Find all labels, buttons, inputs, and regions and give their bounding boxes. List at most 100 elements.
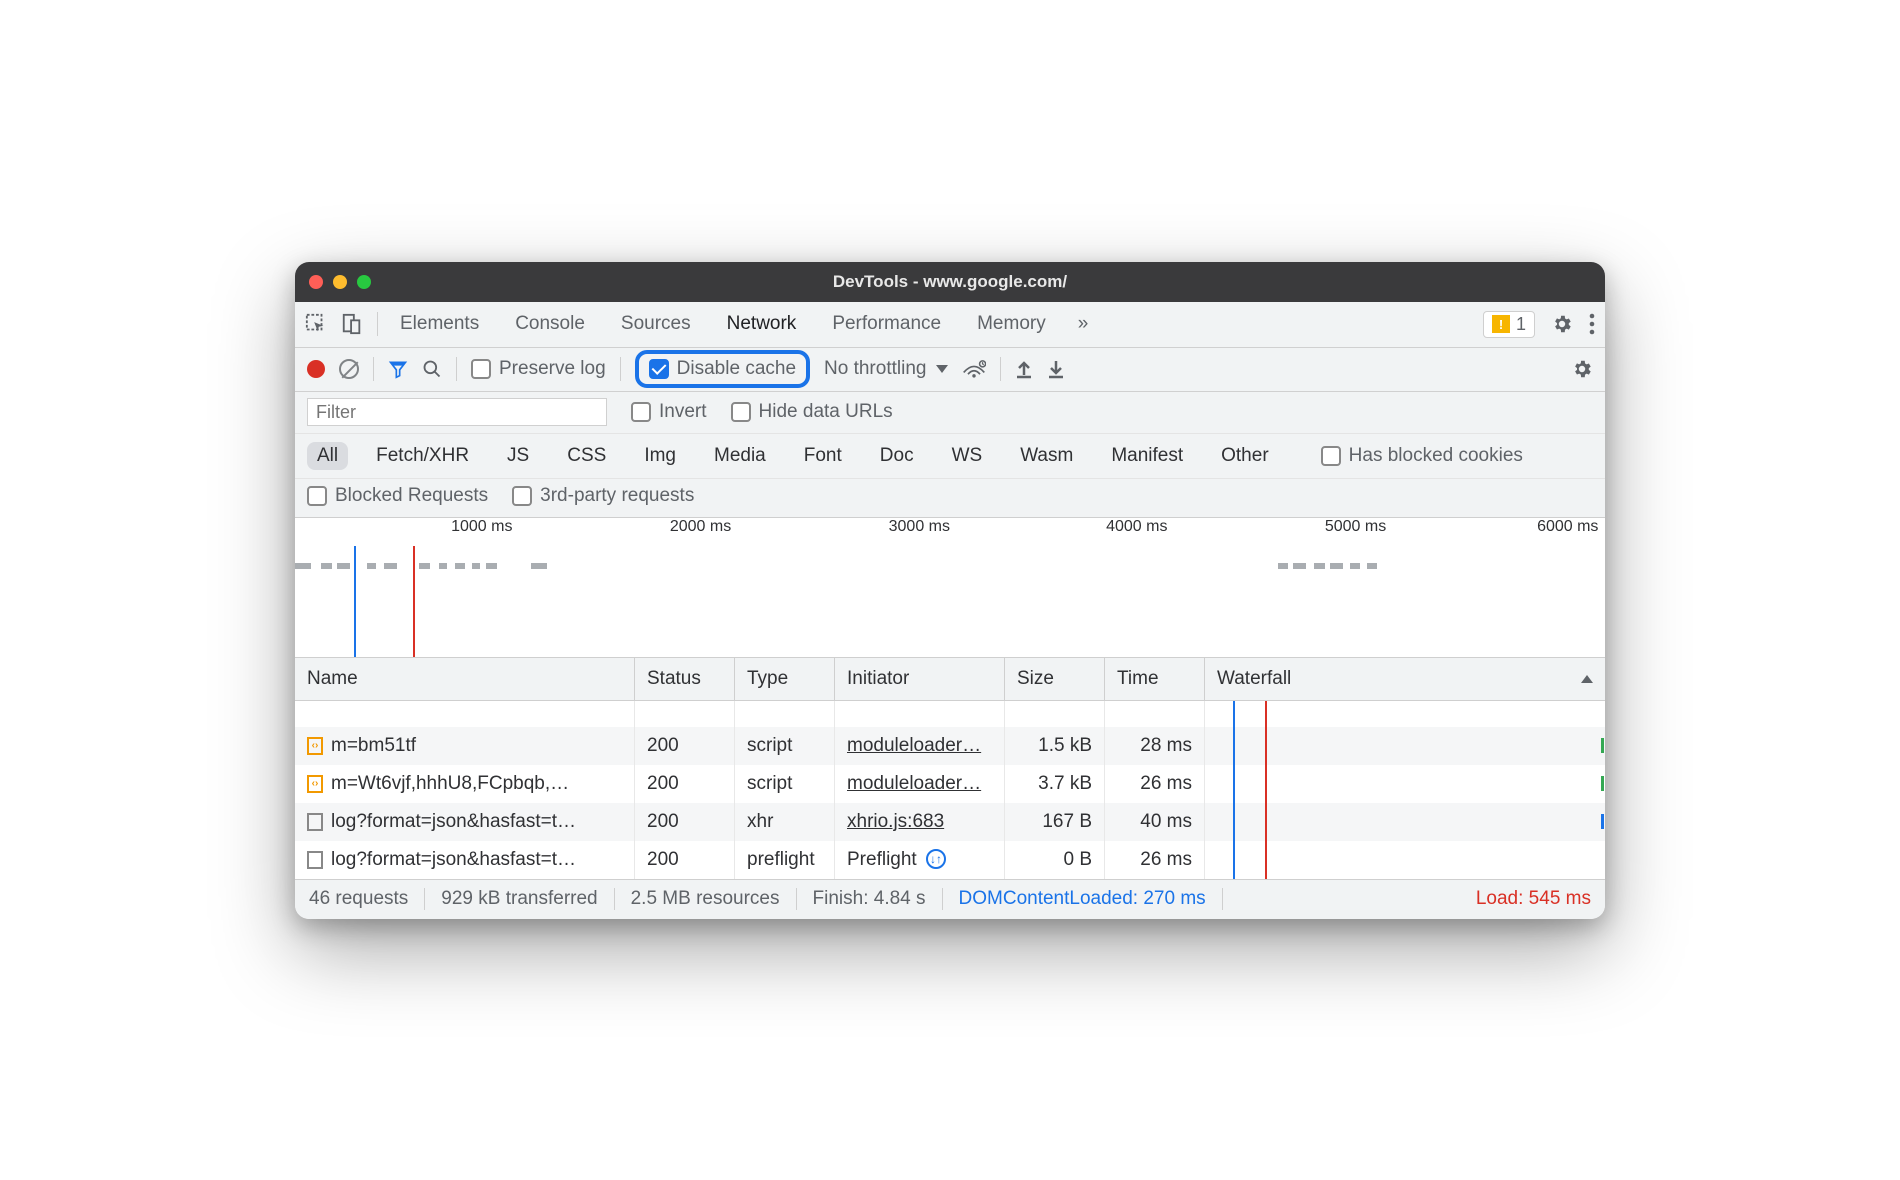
table-row[interactable]: log?format=json&hasfast=t… 200 preflight… — [295, 841, 1605, 879]
issues-badge[interactable]: 1 — [1483, 311, 1535, 338]
table-row[interactable]: m=bm51tf 200 script moduleloader… 1.5 kB… — [295, 727, 1605, 765]
request-size: 3.7 kB — [1005, 765, 1105, 803]
filter-type-css[interactable]: CSS — [557, 442, 616, 470]
timeline-overview[interactable]: 1000 ms 2000 ms 3000 ms 4000 ms 5000 ms … — [295, 518, 1605, 658]
blocked-requests-checkbox[interactable]: Blocked Requests — [307, 485, 488, 507]
request-type: xhr — [735, 803, 835, 841]
waterfall-cell — [1205, 803, 1605, 841]
col-name[interactable]: Name — [295, 658, 635, 700]
tab-sources[interactable]: Sources — [617, 305, 695, 343]
zoom-window-button[interactable] — [357, 275, 371, 289]
filter-type-ws[interactable]: WS — [942, 442, 993, 470]
waterfall-bar — [1601, 738, 1604, 753]
filter-type-manifest[interactable]: Manifest — [1101, 442, 1193, 470]
timeline-tick: 6000 ms — [1537, 518, 1598, 536]
inspect-element-icon[interactable] — [305, 313, 327, 335]
tab-console[interactable]: Console — [511, 305, 589, 343]
requests-table-header: Name Status Type Initiator Size Time Wat… — [295, 658, 1605, 701]
table-row[interactable]: m=Wt6vjf,hhhU8,FCpbqb,… 200 script modul… — [295, 765, 1605, 803]
filter-type-wasm[interactable]: Wasm — [1010, 442, 1083, 470]
waterfall-cell — [1205, 841, 1605, 879]
has-blocked-cookies-checkbox[interactable]: Has blocked cookies — [1321, 445, 1523, 467]
timeline-tick: 2000 ms — [670, 518, 731, 536]
timeline-tick: 4000 ms — [1106, 518, 1167, 536]
filter-type-all[interactable]: All — [307, 442, 348, 470]
invert-checkbox[interactable]: Invert — [631, 401, 707, 423]
timeline-tick: 5000 ms — [1325, 518, 1386, 536]
filter-funnel-icon[interactable] — [388, 359, 408, 379]
device-toolbar-icon[interactable] — [341, 313, 363, 335]
request-time: 28 ms — [1105, 727, 1205, 765]
invert-label: Invert — [659, 401, 707, 423]
status-load: Load: 545 ms — [1460, 888, 1591, 910]
export-har-icon[interactable] — [1047, 359, 1065, 379]
status-finish: Finish: 4.84 s — [797, 888, 943, 910]
third-party-label: 3rd-party requests — [540, 485, 694, 507]
sort-caret-icon — [1581, 675, 1593, 683]
col-status[interactable]: Status — [635, 658, 735, 700]
issue-flag-icon — [1492, 315, 1510, 333]
panel-tabs: Elements Console Sources Network Perform… — [396, 305, 1088, 343]
waterfall-bar — [1601, 776, 1604, 791]
request-size: 1.5 kB — [1005, 727, 1105, 765]
clear-button[interactable] — [339, 359, 359, 379]
request-size: 0 B — [1005, 841, 1105, 879]
filter-type-doc[interactable]: Doc — [870, 442, 924, 470]
col-type[interactable]: Type — [735, 658, 835, 700]
doc-file-icon — [307, 851, 323, 869]
network-settings-gear-icon[interactable] — [1571, 358, 1593, 380]
request-time: 26 ms — [1105, 765, 1205, 803]
tab-memory[interactable]: Memory — [973, 305, 1050, 343]
issues-count: 1 — [1516, 314, 1526, 335]
filter-type-media[interactable]: Media — [704, 442, 776, 470]
timeline-load-marker — [413, 546, 415, 657]
preserve-log-checkbox[interactable]: Preserve log — [471, 358, 606, 380]
filter-type-img[interactable]: Img — [634, 442, 686, 470]
timeline-dcl-marker — [354, 546, 356, 657]
disable-cache-checkbox[interactable]: Disable cache — [649, 358, 796, 380]
request-size: 167 B — [1005, 803, 1105, 841]
main-tabbar: Elements Console Sources Network Perform… — [295, 302, 1605, 348]
throttling-value: No throttling — [824, 358, 926, 380]
initiator-link[interactable]: moduleloader… — [847, 735, 981, 756]
col-size[interactable]: Size — [1005, 658, 1105, 700]
throttling-select[interactable]: No throttling — [824, 358, 948, 380]
preflight-icon: ↓↑ — [926, 849, 946, 869]
tab-network[interactable]: Network — [723, 305, 801, 343]
more-options-icon[interactable] — [1589, 313, 1595, 335]
hide-data-urls-label: Hide data URLs — [759, 401, 893, 423]
col-time[interactable]: Time — [1105, 658, 1205, 700]
request-name: log?format=json&hasfast=t… — [331, 811, 576, 833]
filter-type-other[interactable]: Other — [1211, 442, 1279, 470]
doc-file-icon — [307, 813, 323, 831]
col-waterfall[interactable]: Waterfall — [1205, 658, 1605, 700]
dropdown-caret-icon — [936, 365, 948, 373]
initiator-link[interactable]: xhrio.js:683 — [847, 811, 944, 832]
tab-elements[interactable]: Elements — [396, 305, 483, 343]
filter-bar: Invert Hide data URLs — [295, 392, 1605, 434]
timeline-activity-band — [295, 562, 1605, 570]
table-row[interactable]: log?format=json&hasfast=t… 200 xhr xhrio… — [295, 803, 1605, 841]
hide-data-urls-checkbox[interactable]: Hide data URLs — [731, 401, 893, 423]
filter-type-font[interactable]: Font — [794, 442, 852, 470]
col-initiator[interactable]: Initiator — [835, 658, 1005, 700]
import-har-icon[interactable] — [1015, 359, 1033, 379]
filter-extra-row: Blocked Requests 3rd-party requests — [295, 479, 1605, 518]
filter-type-fetch-xhr[interactable]: Fetch/XHR — [366, 442, 479, 470]
filter-type-js[interactable]: JS — [497, 442, 539, 470]
request-name: m=Wt6vjf,hhhU8,FCpbqb,… — [331, 773, 569, 795]
third-party-checkbox[interactable]: 3rd-party requests — [512, 485, 694, 507]
minimize-window-button[interactable] — [333, 275, 347, 289]
search-icon[interactable] — [422, 359, 442, 379]
filter-type-row: All Fetch/XHR JS CSS Img Media Font Doc … — [295, 434, 1605, 479]
waterfall-cell — [1205, 765, 1605, 803]
settings-gear-icon[interactable] — [1551, 313, 1573, 335]
initiator-link[interactable]: moduleloader… — [847, 773, 981, 794]
record-button[interactable] — [307, 360, 325, 378]
close-window-button[interactable] — [309, 275, 323, 289]
status-transferred: 929 kB transferred — [425, 888, 614, 910]
network-conditions-icon[interactable] — [962, 359, 986, 379]
filter-input[interactable] — [307, 398, 607, 426]
more-tabs-button[interactable]: » — [1078, 313, 1089, 335]
tab-performance[interactable]: Performance — [828, 305, 945, 343]
